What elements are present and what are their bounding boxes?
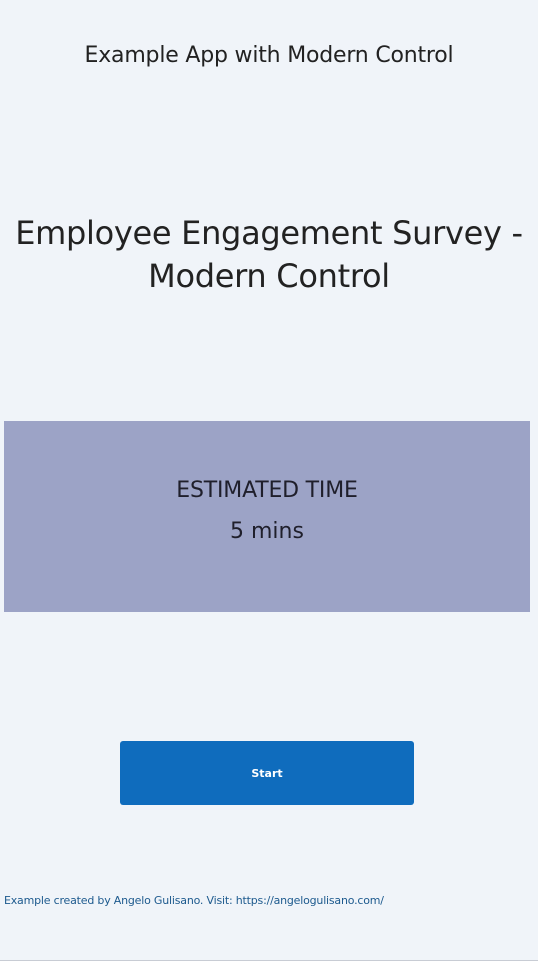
footer-credit-link[interactable]: Example created by Angelo Gulisano. Visi… [4,893,384,909]
estimated-time-value: 5 mins [230,519,304,544]
estimated-time-label: ESTIMATED TIME [176,478,358,503]
survey-title: Employee Engagement Survey - Modern Cont… [15,214,523,295]
app-title: Example App with Modern Control [84,43,454,68]
estimated-time-panel: ESTIMATED TIME 5 mins [4,421,530,612]
start-button[interactable]: Start [120,741,414,805]
